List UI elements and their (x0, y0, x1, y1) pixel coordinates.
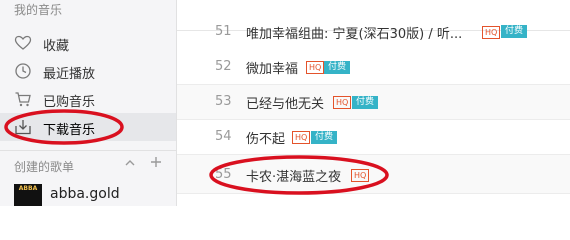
paid-badge: 付费 (501, 25, 528, 38)
hq-badge: HQ (351, 169, 370, 182)
song-row[interactable]: 53 已经与他无关 HQ 付费 (177, 85, 570, 120)
sidebar-item-label: 下载音乐 (43, 123, 96, 138)
sidebar: 我的音乐 收藏 最近播放 已购音乐 下载音乐 创建的歌单 ABBA abba.g… (0, 0, 177, 206)
song-title: 已经与他无关 (246, 97, 325, 112)
song-number: 53 (215, 94, 232, 109)
hq-badge: HQ (333, 96, 352, 109)
playlist-item[interactable]: ABBA abba.gold (0, 180, 176, 208)
song-number: 52 (215, 59, 232, 74)
paid-badge: 付费 (352, 96, 379, 109)
sidebar-item-label: 已购音乐 (43, 95, 96, 110)
song-row[interactable]: 52 微加幸福 HQ 付费 (177, 50, 570, 85)
sidebar-item-downloads[interactable]: 下载音乐 (0, 113, 176, 141)
song-list: 51 唯加幸福组曲: 宁夏(深石30版) / 听... HQ 付费 52 微加幸… (177, 0, 570, 206)
sidebar-item-label: 最近播放 (43, 67, 96, 82)
song-title: 微加幸福 (246, 62, 299, 77)
hq-badge: HQ (482, 26, 501, 39)
song-number: 54 (215, 129, 232, 144)
playlist-name: abba.gold (50, 186, 120, 202)
song-number: 51 (215, 24, 232, 39)
playlist-cover: ABBA (14, 184, 42, 206)
song-number: 55 (215, 167, 232, 182)
paid-badge: 付费 (311, 131, 338, 144)
heart-icon (14, 35, 32, 50)
hq-badge: HQ (292, 131, 311, 144)
sidebar-item-recent[interactable]: 最近播放 (0, 57, 176, 85)
hq-badge: HQ (306, 61, 325, 74)
cart-icon (15, 92, 31, 107)
song-row[interactable]: 55 卡农·湛海蓝之夜 HQ (177, 155, 570, 194)
chevron-up-icon[interactable] (124, 157, 136, 169)
song-title: 伤不起 (246, 132, 286, 147)
paid-badge: 付费 (324, 61, 351, 74)
sidebar-item-purchased[interactable]: 已购音乐 (0, 85, 176, 113)
sidebar-divider (0, 150, 176, 151)
download-icon (15, 120, 31, 135)
clock-icon (15, 63, 31, 79)
cover-logo-text: ABBA (18, 185, 38, 192)
plus-icon[interactable] (150, 156, 162, 168)
song-title: 卡农·湛海蓝之夜 (246, 170, 342, 185)
song-row[interactable]: 54 伤不起 HQ 付费 (177, 120, 570, 155)
created-playlists-title: 创建的歌单 (14, 160, 75, 174)
section-title-my-music: 我的音乐 (14, 3, 63, 17)
sidebar-item-favorites[interactable]: 收藏 (0, 29, 176, 57)
song-title: 唯加幸福组曲: 宁夏(深石30版) / 听... (246, 27, 463, 42)
sidebar-item-label: 收藏 (43, 39, 70, 54)
song-row[interactable]: 51 唯加幸福组曲: 宁夏(深石30版) / 听... HQ 付费 (177, 0, 570, 42)
